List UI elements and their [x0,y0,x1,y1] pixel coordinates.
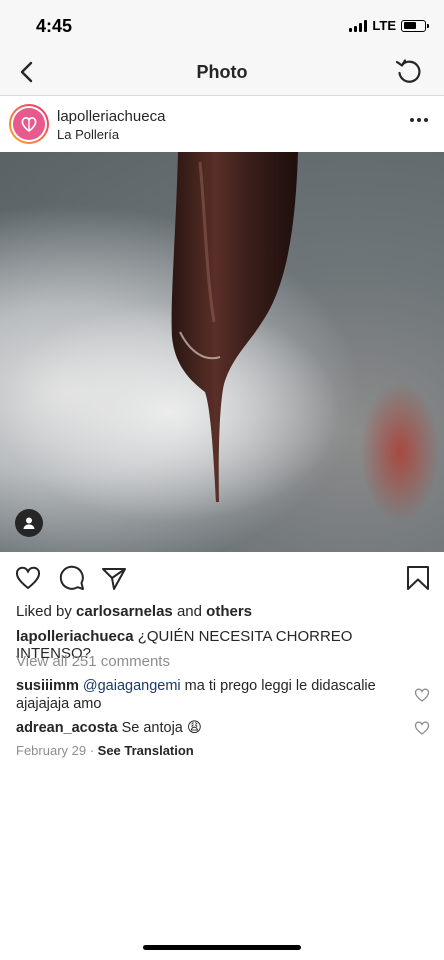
likes-others[interactable]: others [206,603,252,620]
comment-username[interactable]: susiiimm [16,678,79,694]
status-time: 4:45 [36,16,73,36]
battery-icon [401,19,429,32]
post-username[interactable]: lapolleriachueca [57,108,165,125]
comment-bubble-icon[interactable] [58,564,86,592]
post-header: lapolleriachueca La Pollería [0,96,444,152]
date-separator: · [86,743,98,758]
comment-item: adrean_acosta Se antoja 😩 [16,719,406,737]
network-type: LTE [372,18,396,33]
post-photo[interactable] [0,152,444,552]
refresh-icon[interactable] [394,56,424,86]
nav-bar: Photo [0,50,444,96]
paper-plane-icon[interactable] [100,564,128,592]
avatar[interactable] [9,104,49,144]
caption-username[interactable]: lapolleriachueca [16,628,134,645]
post-date: February 29 [16,743,87,758]
home-indicator[interactable] [143,945,301,950]
see-translation-link[interactable]: See Translation [98,743,194,758]
photo-scene [0,152,440,522]
heart-outline-icon[interactable] [14,564,42,592]
likes-summary[interactable]: Liked by carlosarnelas and others [16,603,252,620]
likes-user[interactable]: carlosarnelas [76,603,173,620]
signal-icon [349,19,368,32]
battery-level [403,22,416,29]
more-horizontal-icon[interactable] [410,118,428,124]
status-bar: 4:45 LTE [0,0,444,50]
page-title: Photo [196,62,248,82]
likes-prefix: Liked by [16,603,77,620]
likes-conjunction: and [172,603,207,620]
bookmark-icon[interactable] [404,564,432,592]
post-location[interactable]: La Pollería [57,127,119,142]
comment-like-icon[interactable] [414,720,430,736]
comment-like-icon[interactable] [414,687,430,703]
avatar-logo-icon [21,116,37,132]
view-all-comments-link[interactable]: View all 251 comments [16,653,170,670]
post-date-line: February 29 · See Translation [16,743,194,758]
user-tag-icon[interactable] [15,509,43,537]
comment-text: Se antoja 😩 [121,720,203,736]
comment-item: susiiimm @gaiagangemi ma ti prego leggi … [16,677,406,713]
comment-mention[interactable]: @gaiagangemi [83,678,181,694]
post-actions [0,552,444,602]
status-indicators: LTE [349,18,429,33]
comment-username[interactable]: adrean_acosta [16,720,118,736]
